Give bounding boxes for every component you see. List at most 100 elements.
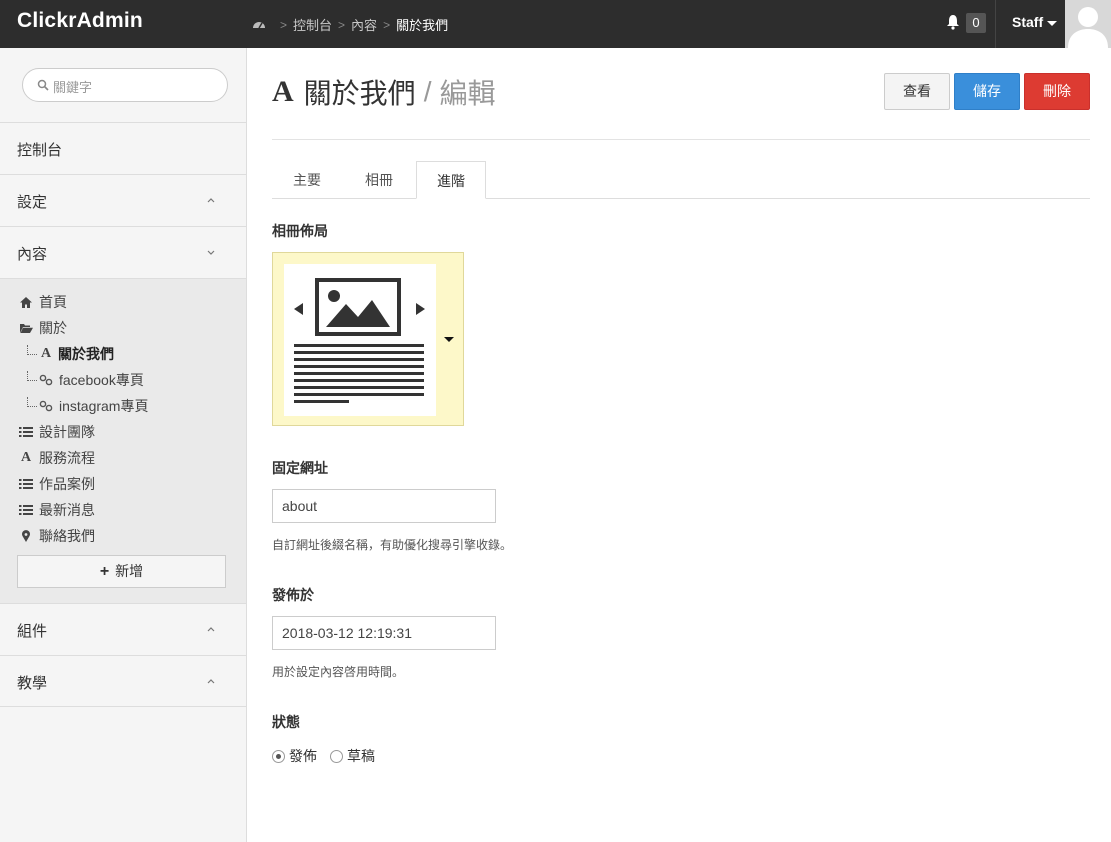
page-title-mode: 編輯 [439, 78, 496, 109]
breadcrumb-separator: > [383, 17, 391, 32]
bell-icon[interactable] [946, 14, 960, 30]
radio-unchecked-icon [330, 749, 343, 763]
sidebar-item-design-team[interactable]: 設計團隊 [19, 422, 95, 442]
sidebar-item-label: 作品案例 [39, 476, 95, 492]
text-page-icon: A [272, 75, 294, 108]
tab-main[interactable]: 主要 [272, 161, 342, 199]
add-page-button[interactable]: + 新增 [17, 555, 226, 588]
text-page-icon: A [40, 346, 52, 361]
breadcrumb: > 控制台 > 內容 > 關於我們 [252, 15, 448, 34]
sidebar-item-dashboard[interactable]: 控制台 [0, 122, 246, 174]
permalink-field[interactable]: about [272, 489, 496, 523]
sidebar-item-label: 聯絡我們 [39, 528, 95, 544]
avatar[interactable] [1065, 0, 1111, 48]
sidebar-item-components[interactable]: 組件 [0, 603, 246, 655]
chevron-up-icon [207, 627, 215, 632]
divider [995, 0, 996, 48]
content-subnav: 首頁 關於 A 關於我們 facebook專頁 instagram專頁 設計團隊… [0, 278, 246, 604]
sidebar-section-label: 內容 [17, 246, 48, 263]
sidebar-item-label: instagram專頁 [59, 398, 149, 414]
sidebar-item-label: facebook專頁 [59, 372, 144, 388]
breadcrumb-dashboard[interactable]: 控制台 [293, 15, 332, 34]
notification-count-badge[interactable]: 0 [966, 13, 986, 33]
sidebar-section-label: 教學 [17, 675, 48, 692]
status-label: 狀態 [272, 714, 300, 730]
permalink-help: 自訂網址後綴名稱，有助優化搜尋引擎收錄。 [272, 538, 513, 552]
sidebar-item-label: 服務流程 [39, 450, 95, 466]
search-icon [37, 79, 49, 91]
sidebar-item-service-process[interactable]: A 服務流程 [19, 448, 95, 468]
radio-checked-icon [272, 749, 285, 763]
user-silhouette-icon [1068, 7, 1108, 48]
sidebar-item-facebook[interactable]: facebook專頁 [39, 370, 144, 390]
link-icon [39, 400, 53, 412]
user-menu[interactable]: Staff [1012, 14, 1058, 30]
gallery-layout-preview [284, 264, 436, 416]
tree-connector [27, 371, 37, 381]
sidebar-item-label: 設計團隊 [39, 424, 95, 440]
sidebar-item-tutorial[interactable]: 教學 [0, 655, 246, 707]
title-separator: / [423, 76, 432, 107]
folder-open-icon [20, 324, 33, 333]
save-button[interactable]: 儲存 [954, 73, 1020, 110]
sidebar-section-label: 控制台 [17, 142, 63, 159]
sidebar-item-instagram[interactable]: instagram專頁 [39, 396, 148, 416]
chevron-up-icon [207, 198, 215, 203]
home-icon [20, 296, 32, 308]
sidebar-item-news[interactable]: 最新消息 [19, 500, 95, 520]
tab-gallery[interactable]: 相冊 [344, 161, 414, 199]
delete-button[interactable]: 刪除 [1024, 73, 1090, 110]
sidebar-item-label: 最新消息 [39, 502, 95, 518]
published-help: 用於設定內容啓用時間。 [272, 665, 405, 679]
top-bar: ClickrAdmin > 控制台 > 內容 > 關於我們 0 Staff [0, 0, 1111, 48]
sidebar-item-portfolio[interactable]: 作品案例 [19, 474, 95, 494]
caret-down-icon [444, 337, 454, 342]
sidebar-item-label: 關於 [39, 320, 67, 336]
sidebar-search-input[interactable]: 關鍵字 [22, 68, 228, 102]
sidebar-section-label: 組件 [17, 623, 48, 640]
sidebar-item-home[interactable]: 首頁 [19, 292, 67, 312]
page-title-text: 關於我們 [303, 78, 416, 109]
list-icon [19, 427, 33, 437]
user-name: Staff [1012, 14, 1044, 30]
link-icon [39, 374, 53, 386]
breadcrumb-separator: > [280, 17, 288, 32]
page-title: A 關於我們 / 編輯 [272, 72, 495, 112]
tree-connector [27, 345, 37, 355]
sidebar-item-contact[interactable]: 聯絡我們 [19, 526, 95, 546]
breadcrumb-separator: > [338, 17, 346, 32]
sidebar-item-about-us[interactable]: A 關於我們 [39, 344, 114, 364]
text-page-icon: A [20, 450, 32, 465]
view-button[interactable]: 查看 [884, 73, 950, 110]
list-icon [19, 479, 33, 489]
status-radio-published[interactable]: 發佈 [272, 746, 317, 766]
sidebar-item-about[interactable]: 關於 [19, 318, 67, 338]
brand-logo[interactable]: ClickrAdmin [17, 9, 143, 33]
status-radio-draft[interactable]: 草稿 [330, 746, 375, 766]
published-datetime-field[interactable]: 2018-03-12 12:19:31 [272, 616, 496, 650]
radio-label: 發佈 [289, 748, 317, 764]
tree-connector [27, 397, 37, 407]
breadcrumb-content[interactable]: 內容 [351, 15, 377, 34]
sidebar-item-label: 關於我們 [58, 346, 114, 362]
sidebar-item-settings[interactable]: 設定 [0, 174, 246, 226]
radio-label: 草稿 [347, 748, 375, 764]
breadcrumb-current: 關於我們 [396, 18, 449, 33]
gallery-layout-select[interactable] [272, 252, 464, 426]
gallery-layout-label: 相冊佈局 [272, 223, 328, 239]
plus-icon: + [99, 563, 110, 580]
sidebar-item-label: 首頁 [39, 294, 67, 310]
search-placeholder: 關鍵字 [53, 80, 93, 95]
list-icon [19, 505, 33, 515]
sidebar-section-label: 設定 [17, 194, 48, 211]
dashboard-icon [253, 21, 265, 28]
chevron-up-icon [207, 679, 215, 684]
chevron-down-icon [207, 250, 215, 255]
slider-layout-icon [294, 278, 425, 403]
sidebar-item-content[interactable]: 內容 [0, 226, 246, 278]
map-marker-icon [22, 529, 31, 542]
published-label: 發佈於 [272, 587, 314, 603]
caret-down-icon [1047, 20, 1058, 26]
sidebar: 關鍵字 控制台 設定 內容 首頁 關於 A 關於我們 facebook專頁 in… [0, 48, 247, 842]
tab-advanced[interactable]: 進階 [416, 161, 486, 199]
